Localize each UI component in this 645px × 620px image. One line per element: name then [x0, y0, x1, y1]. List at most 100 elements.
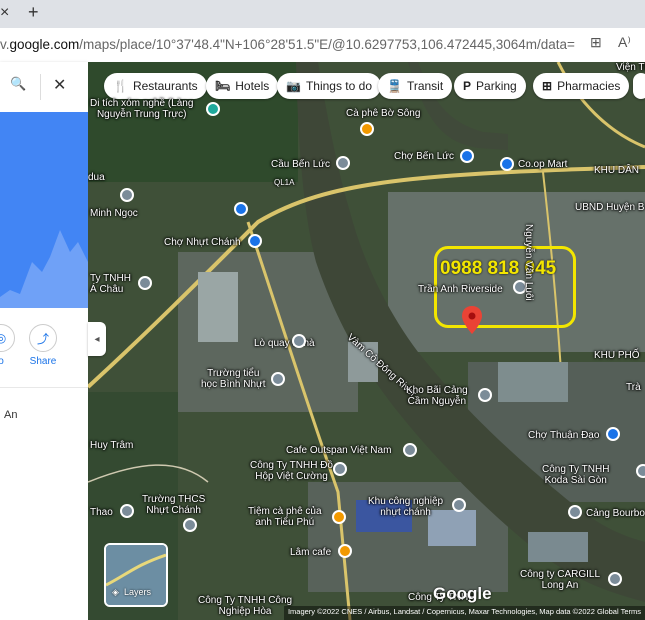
label-tra[interactable]: Trà: [626, 382, 641, 393]
place-pin-icon-8[interactable]: [568, 505, 582, 519]
hero-graph: [0, 230, 88, 308]
label-khu-dan[interactable]: KHU DÂN: [594, 165, 639, 176]
label-cho-ben-luc[interactable]: Chợ Bến Lức: [394, 151, 454, 162]
action-left[interactable]: ◎ o: [0, 324, 16, 367]
label-ty-tnhh-a-chau[interactable]: Ty TNHH Á Châu: [90, 273, 131, 295]
address-bar[interactable]: v.google.com/maps/place/10°37'48.4"N+106…: [0, 28, 645, 63]
market-pin-icon[interactable]: [460, 149, 474, 163]
collapse-panel-button[interactable]: ◂: [88, 322, 106, 356]
search-box[interactable]: 🔍 ✕: [0, 62, 88, 112]
place-pin-icon-3[interactable]: [292, 334, 306, 348]
tab-close-icon[interactable]: ×: [0, 4, 9, 22]
chip-transit[interactable]: 🚆 Transit: [378, 73, 453, 99]
label-cau-ben-luc[interactable]: Cầu Bến Lức: [271, 159, 330, 170]
chip-pharmacies[interactable]: ⊞ Pharmacies: [533, 73, 630, 99]
museum-pin-icon[interactable]: [206, 102, 220, 116]
close-icon[interactable]: ✕: [53, 75, 66, 95]
chip-restaurants[interactable]: 🍴 Restaurants: [104, 73, 207, 99]
label-nghiep-hoa[interactable]: Công Ty TNHH Công Nghiệp Hòa: [198, 595, 292, 617]
label-truong-tieu-hoc[interactable]: Trường tiểu học Bình Nhựt: [201, 368, 266, 390]
browser-tab-bar: × +: [0, 0, 645, 28]
market-pin-icon-2[interactable]: [248, 234, 262, 248]
cafe-pin-icon-3[interactable]: [338, 544, 352, 558]
place-pin-icon-5[interactable]: [403, 443, 417, 457]
url-text[interactable]: v.google.com/maps/place/10°37'48.4"N+106…: [0, 37, 575, 52]
url-prefix: v.: [0, 37, 10, 52]
read-aloud-icon[interactable]: A⁾: [618, 34, 631, 51]
url-path: /maps/place/10°37'48.4"N+106°28'51.5"E/@…: [79, 37, 575, 52]
label-khu-pho[interactable]: KHU PHỐ: [594, 350, 640, 361]
hotel-icon: 🛏: [215, 79, 231, 93]
layers-button[interactable]: ◈ Layers: [104, 543, 168, 607]
layers-label: Layers: [124, 587, 152, 597]
chip-label: Things to do: [305, 79, 372, 93]
shopping-pin-icon[interactable]: [500, 157, 514, 171]
chip-more[interactable]: [633, 73, 645, 99]
market-pin-icon-3[interactable]: [606, 427, 620, 441]
company-pin-icon-3[interactable]: [636, 464, 645, 478]
chip-label: Restaurants: [132, 79, 198, 93]
bus-pin-icon[interactable]: [234, 202, 248, 216]
label-ubnd[interactable]: UBND Huyện B: [575, 202, 644, 213]
place-pin-icon-6[interactable]: [120, 504, 134, 518]
label-thao[interactable]: Thao: [90, 507, 113, 518]
selected-location-pin-icon[interactable]: [462, 306, 482, 334]
action-left-label: o: [0, 356, 4, 367]
label-truong-thcs[interactable]: Trường THCS Nhựt Chánh: [142, 494, 205, 516]
panel-divider: [0, 387, 88, 388]
label-cong-ty-do-hop[interactable]: Công Ty TNHH Đồ Hộp Việt Cường: [250, 460, 333, 482]
company-pin-icon-4[interactable]: [608, 572, 622, 586]
chip-things-to-do[interactable]: 📷 Things to do: [277, 73, 381, 99]
share-label: Share: [29, 356, 57, 367]
camera-icon: 📷: [286, 79, 301, 93]
share-button[interactable]: ⤴ Share: [27, 324, 59, 367]
label-cho-nhut-chanh[interactable]: Chợ Nhựt Chánh: [164, 237, 241, 248]
place-pin-icon-4[interactable]: [478, 388, 492, 402]
new-tab-icon[interactable]: +: [28, 2, 39, 23]
label-huy-tram[interactable]: Huy Trâm: [90, 440, 133, 451]
cafe-pin-icon[interactable]: [360, 122, 374, 136]
label-cang-bourbon[interactable]: Cảng Bourbo: [586, 508, 645, 519]
chip-hotels[interactable]: 🛏 Hotels: [206, 73, 279, 99]
school-pin-icon-2[interactable]: [183, 518, 197, 532]
search-icon[interactable]: 🔍: [10, 76, 26, 92]
label-cho-thuan-dao[interactable]: Chợ Thuận Đạo: [528, 430, 599, 441]
reader-view-icon[interactable]: ⊞: [590, 34, 602, 51]
chip-label: Pharmacies: [557, 79, 621, 93]
map-attribution[interactable]: Imagery ©2022 CNES / Airbus, Landsat / C…: [283, 606, 645, 620]
action-left-icon: ◎: [0, 324, 15, 352]
label-tiem-ca-phe[interactable]: Tiệm cà phê của anh Tiểu Phú: [248, 506, 322, 528]
label-cong-ty-koda[interactable]: Công Ty TNHH Koda Sài Gòn: [542, 464, 609, 486]
place-pin-icon[interactable]: [120, 188, 134, 202]
label-khu-cong-nghiep[interactable]: Khu công nghiệp nhựt chánh: [368, 496, 443, 518]
place-pin-icon-7[interactable]: [452, 498, 466, 512]
label-cafe-outspan[interactable]: Cafe Outspan Việt Nam: [286, 445, 391, 456]
place-hero-image[interactable]: [0, 112, 88, 308]
company-pin-icon[interactable]: [138, 276, 152, 290]
label-cargill[interactable]: Công ty CARGILL Long An: [520, 569, 600, 591]
bridge-pin-icon[interactable]: [336, 156, 350, 170]
label-minh-ngoc[interactable]: Minh Ngọc: [90, 208, 138, 219]
chip-label: Parking: [476, 79, 517, 93]
school-pin-icon[interactable]: [271, 372, 285, 386]
company-pin-icon-2[interactable]: [333, 462, 347, 476]
label-kho-bai-cang[interactable]: Kho Bãi Cảng Cầm Nguyễn: [406, 385, 468, 407]
parking-icon: P: [463, 79, 472, 93]
place-side-panel: 🔍 ✕ ◎ o ⤴ Share An: [0, 62, 88, 620]
train-icon: 🚆: [387, 79, 402, 93]
share-icon: ⤴: [29, 324, 57, 352]
label-ql1a: QL1A: [274, 178, 295, 187]
url-host: google.com: [9, 37, 80, 52]
cafe-pin-icon-2[interactable]: [332, 510, 346, 524]
label-tran-anh-riverside[interactable]: Trần Anh Riverside: [418, 284, 503, 295]
satellite-map[interactable]: 🍴 Restaurants 🛏 Hotels 📷 Things to do 🚆 Tran…: [88, 62, 645, 620]
label-lam-cafe[interactable]: Lâm cafe: [290, 547, 331, 558]
label-ca-phe-bo-song[interactable]: Cà phê Bờ Sông: [346, 108, 420, 119]
label-di-tich-xom-nghe[interactable]: Di tích xóm nghề (Làng Nguyễn Trung Trực…: [90, 98, 193, 120]
label-dua[interactable]: dua: [88, 172, 105, 183]
google-logo: Google: [433, 584, 492, 603]
chip-label: Transit: [406, 79, 444, 93]
chip-parking[interactable]: P Parking: [454, 73, 526, 99]
label-vien-tham-my[interactable]: Viện Thẩm M: [616, 62, 645, 73]
label-coop-mart[interactable]: Co.op Mart: [518, 159, 567, 170]
